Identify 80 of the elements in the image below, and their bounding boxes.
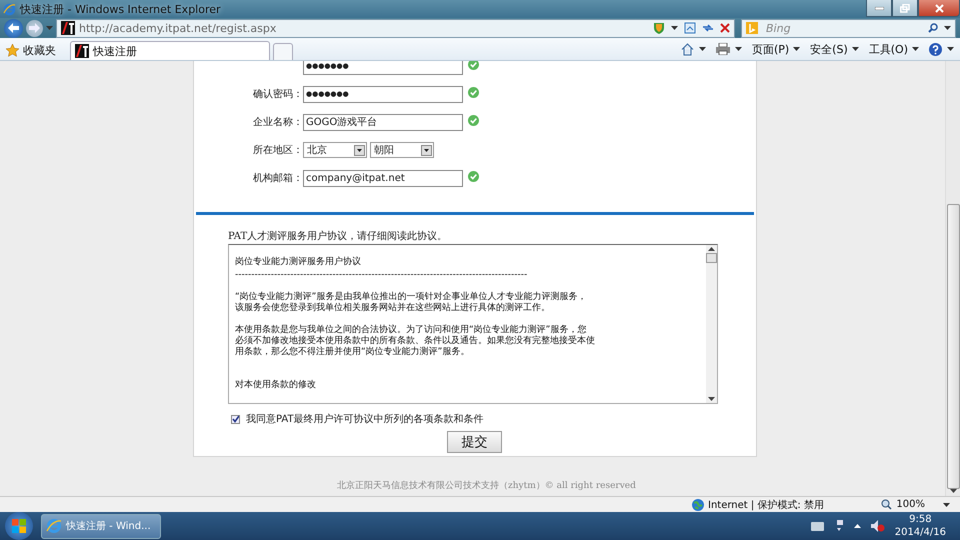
logo-icon bbox=[61, 21, 75, 35]
field-label: 机构邮箱： bbox=[252, 172, 303, 185]
scroll-down-icon[interactable] bbox=[708, 397, 715, 401]
consent-label: 我同意PAT最终用户许可协议中所列的各项条款和条件 bbox=[246, 412, 484, 426]
close-icon[interactable] bbox=[934, 4, 944, 12]
check-icon bbox=[468, 114, 479, 126]
globe-icon bbox=[692, 498, 704, 510]
caret-icon[interactable] bbox=[698, 47, 706, 51]
restore-button[interactable] bbox=[892, 0, 918, 17]
command-menu[interactable]: 安全(S) bbox=[810, 42, 859, 56]
scroll-up-icon[interactable] bbox=[708, 247, 715, 251]
submit-button[interactable]: 提交 bbox=[447, 431, 502, 453]
url-text: http://academy.itpat.net/regist.aspx bbox=[79, 22, 278, 34]
scroll-thumb[interactable] bbox=[946, 204, 960, 490]
clock-date[interactable]: 2014/4/16 bbox=[894, 526, 946, 539]
arrow-left-icon[interactable] bbox=[8, 23, 19, 33]
logo-icon bbox=[75, 44, 89, 58]
agreement-line: “岗位专业能力测评”服务是由我单位推出的一项针对企事业单位人才专业能力评测服务， bbox=[235, 292, 588, 302]
forward-button[interactable] bbox=[26, 20, 43, 36]
field-label: 企业名称： bbox=[252, 116, 303, 129]
zone-text: Internet | 保护模式: 禁用 bbox=[708, 498, 824, 512]
history-caret-icon[interactable] bbox=[46, 26, 53, 30]
caret-icon[interactable] bbox=[734, 47, 742, 51]
compatibility-icon[interactable] bbox=[684, 22, 696, 34]
text-field[interactable]: GOGO游戏平台 bbox=[303, 114, 463, 130]
star-icon[interactable] bbox=[6, 44, 19, 56]
dropdown[interactable]: 北京 bbox=[303, 142, 367, 158]
agreement-line: ------------------------------------------------------------------------------------------ bbox=[235, 270, 528, 281]
page-scrollbar[interactable] bbox=[945, 61, 960, 496]
print-icon[interactable] bbox=[716, 43, 730, 55]
field-label: 确认密码： bbox=[252, 88, 303, 101]
search-icon[interactable] bbox=[928, 23, 938, 33]
ie-logo-icon bbox=[3, 2, 16, 16]
command-menu[interactable]: 工具(O) bbox=[868, 42, 919, 56]
caret-icon[interactable] bbox=[793, 47, 800, 51]
agreement-text-area[interactable] bbox=[228, 244, 718, 404]
caret-icon[interactable] bbox=[947, 47, 954, 51]
check-icon bbox=[468, 86, 479, 98]
command-menu[interactable]: 页面(P) bbox=[752, 42, 800, 56]
agreement-line: 该服务会使您登录到我单位相关服务网站并在这些网站上进行具体的测评工作。 bbox=[235, 303, 551, 314]
clock-time[interactable]: 9:58 bbox=[909, 513, 932, 526]
caret-icon[interactable] bbox=[671, 26, 678, 30]
bing-logo-icon bbox=[746, 22, 758, 34]
agreement-caption: PAT人才测评服务用户协议，请仔细阅读此协议。 bbox=[228, 230, 448, 243]
caret-icon[interactable] bbox=[852, 47, 859, 51]
zoom-button[interactable]: 100% bbox=[881, 499, 950, 510]
caret-icon[interactable] bbox=[912, 47, 919, 51]
back-button[interactable] bbox=[4, 18, 23, 38]
agreement-line: 必须不加修改地接受本使用条款中的所有条款、条件以及通告。如果您没有完整地接受本使 bbox=[235, 336, 596, 346]
caret-icon[interactable] bbox=[943, 502, 950, 506]
refresh-icon[interactable] bbox=[702, 22, 714, 34]
agreement-line: 岗位专业能力测评服务用户协议 bbox=[235, 257, 362, 268]
speaker-muted-icon[interactable] bbox=[870, 520, 885, 532]
search-input[interactable]: Bing bbox=[764, 20, 922, 36]
tray-arrow-icon[interactable] bbox=[854, 524, 861, 528]
stop-icon[interactable] bbox=[720, 23, 730, 33]
check-icon bbox=[468, 170, 479, 182]
favorites-button[interactable]: 收藏夹 bbox=[4, 40, 62, 60]
keyboard-icon[interactable] bbox=[810, 522, 824, 530]
help-icon[interactable] bbox=[929, 42, 942, 56]
shield-icon[interactable] bbox=[653, 22, 665, 34]
close-button[interactable] bbox=[918, 0, 960, 17]
text-field[interactable]: company@itpat.net bbox=[303, 170, 463, 186]
caret-icon[interactable] bbox=[944, 26, 951, 30]
search-field[interactable]: Bing bbox=[741, 18, 956, 38]
magnifier-icon[interactable] bbox=[881, 499, 892, 510]
scrollbar[interactable] bbox=[706, 245, 717, 403]
minimize-button[interactable] bbox=[866, 0, 892, 17]
scroll-thumb[interactable] bbox=[706, 253, 717, 263]
footer-text: 北京正阳天马信息技术有限公司技术支持（zhytm）© all right reserved bbox=[337, 480, 636, 492]
agreement-line: 对本使用条款的修改 bbox=[235, 380, 317, 391]
browser-tab[interactable]: 快速注册 bbox=[70, 41, 270, 60]
field-label: 所在地区： bbox=[252, 144, 303, 157]
address-field[interactable]: http://academy.itpat.net/regist.aspx bbox=[56, 18, 735, 38]
agreement-line: 本使用条款是您与我单位之间的合法协议。为了访问和使用“岗位专业能力测评”服务，您 bbox=[235, 325, 588, 336]
start-button[interactable] bbox=[5, 512, 33, 540]
agreement-line: 用条款，那么您不得注册并使用“岗位专业能力测评”服务。 bbox=[235, 347, 470, 358]
window-title: 快速注册 - Windows Internet Explorer bbox=[20, 2, 221, 16]
home-icon[interactable] bbox=[680, 42, 694, 56]
dropdown[interactable]: 朝阳 bbox=[370, 142, 434, 158]
